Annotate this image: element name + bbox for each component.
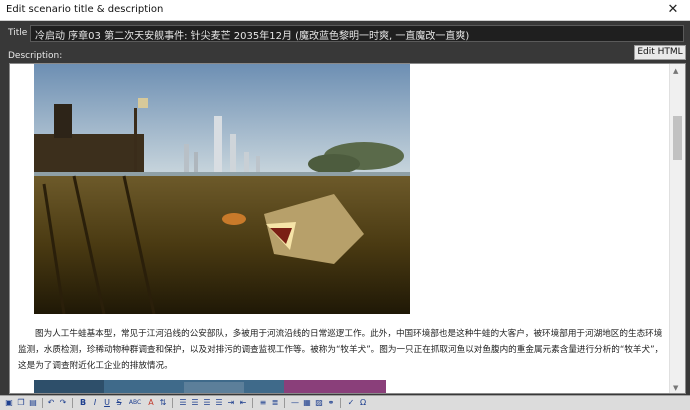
scroll-down-icon[interactable]: ▼ <box>673 384 678 392</box>
strike-icon[interactable]: S <box>114 398 124 408</box>
undo-icon[interactable]: ↶ <box>46 398 56 408</box>
scroll-up-icon[interactable]: ▲ <box>673 67 678 75</box>
align-left-icon[interactable]: ☰ <box>178 398 188 408</box>
align-right-icon[interactable]: ☰ <box>202 398 212 408</box>
image-icon[interactable]: ▨ <box>314 398 324 408</box>
underline-icon[interactable]: U <box>102 398 112 408</box>
abc-icon[interactable]: ABC <box>126 398 144 408</box>
symbol-icon[interactable]: Ω <box>358 398 368 408</box>
spell-icon[interactable]: ✓ <box>346 398 356 408</box>
redo-icon[interactable]: ↷ <box>58 398 68 408</box>
toolbar-separator <box>340 398 341 408</box>
sort-icon[interactable]: ⇅ <box>158 398 168 408</box>
scroll-thumb[interactable] <box>673 116 682 160</box>
toolbar-separator <box>42 398 43 408</box>
align-center-icon[interactable]: ☰ <box>190 398 200 408</box>
window-title: Edit scenario title & description <box>6 4 164 15</box>
edit-html-button[interactable]: Edit HTML <box>634 45 686 60</box>
bold-icon[interactable]: B <box>78 398 88 408</box>
table-icon[interactable]: ▦ <box>302 398 312 408</box>
toolbar-separator <box>252 398 253 408</box>
toolbar-separator <box>172 398 173 408</box>
coral-photo-icon <box>34 380 386 393</box>
bullets-icon[interactable]: ≡ <box>258 398 268 408</box>
paste-icon[interactable]: ▤ <box>28 398 38 408</box>
shark-photo-icon <box>34 64 410 314</box>
description-paragraph: 图为人工牛蛙基本型，常见于江河沿线的公安部队，多被用于河流沿线的日常巡逻工作。此… <box>18 329 664 371</box>
copy-icon[interactable]: ❐ <box>16 398 26 408</box>
dialog-window: Edit scenario title & description ✕ Titl… <box>0 0 690 410</box>
description-label: Description: <box>8 51 63 61</box>
select-all-icon[interactable]: ▣ <box>4 398 14 408</box>
title-input[interactable]: 冷启动 序章03 第二次天安舰事件: 针尖麦芒 2035年12月 (魔改蓝色黎明… <box>30 25 684 42</box>
description-editor[interactable]: 图为人工牛蛙基本型，常见于江河沿线的公安部队，多被用于河流沿线的日常巡逻工作。此… <box>9 63 686 394</box>
formatting-toolbar: ▣ ❐ ▤ ↶ ↷ B I U S ABC A ⇅ ☰ ☰ ☰ ☰ ⇥ ⇤ ≡ … <box>0 395 690 410</box>
link-icon[interactable]: ⚭ <box>326 398 336 408</box>
title-bar: Edit scenario title & description ✕ <box>0 0 690 21</box>
close-icon[interactable]: ✕ <box>656 0 690 21</box>
font-color-icon[interactable]: A <box>146 398 156 408</box>
numbering-icon[interactable]: ≣ <box>270 398 280 408</box>
italic-icon[interactable]: I <box>90 398 100 408</box>
toolbar-separator <box>72 398 73 408</box>
outdent-icon[interactable]: ⇤ <box>238 398 248 408</box>
toolbar-separator <box>284 398 285 408</box>
justify-icon[interactable]: ☰ <box>214 398 224 408</box>
editor-content[interactable]: 图为人工牛蛙基本型，常见于江河沿线的公安部队，多被用于河流沿线的日常巡逻工作。此… <box>10 64 670 393</box>
title-label: Title <box>8 28 28 38</box>
indent-icon[interactable]: ⇥ <box>226 398 236 408</box>
hr-icon[interactable]: — <box>290 398 300 408</box>
vertical-scrollbar[interactable]: ▲ ▼ <box>669 64 685 393</box>
